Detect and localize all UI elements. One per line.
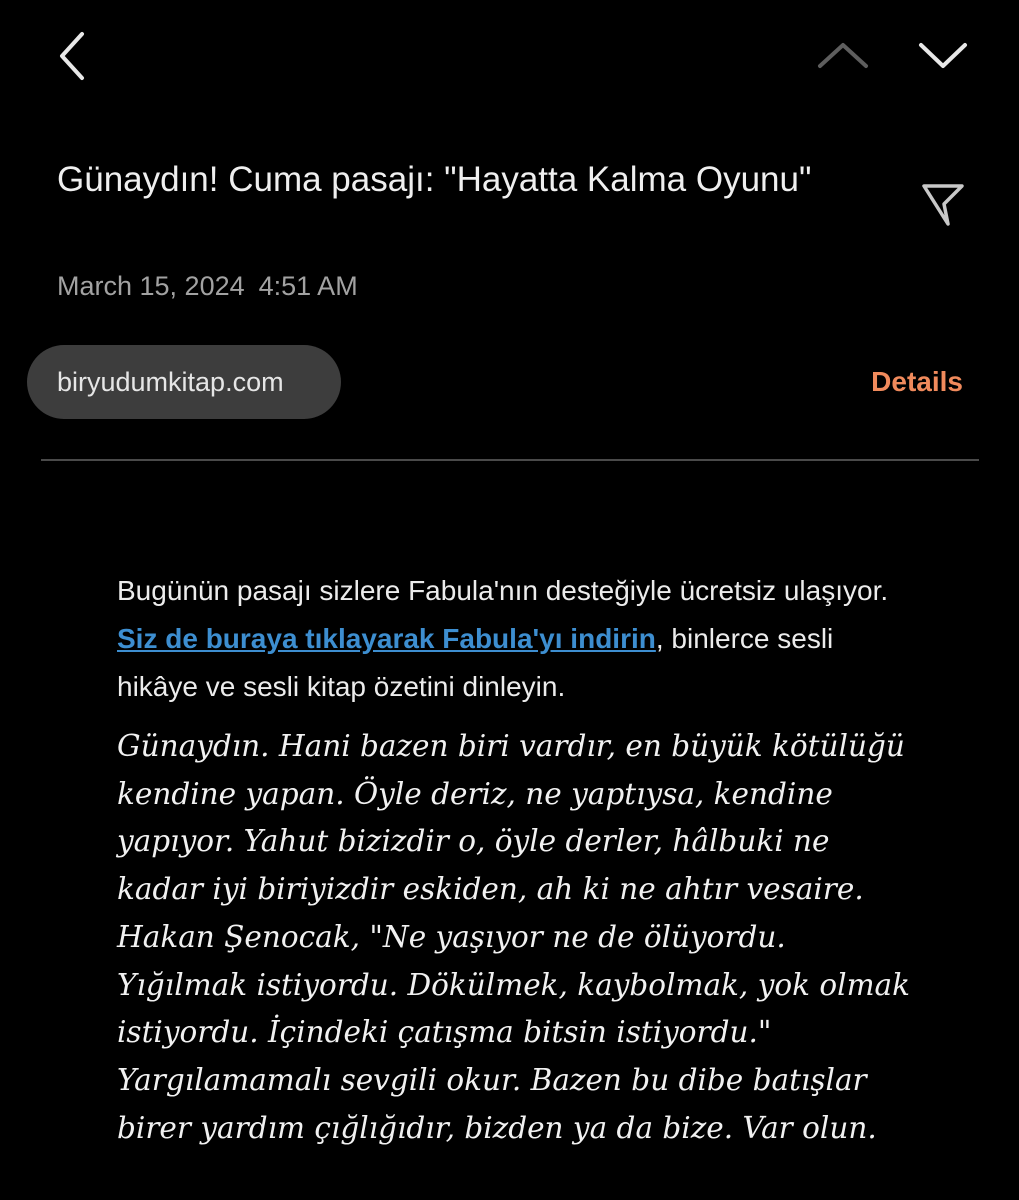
- flag-button[interactable]: [914, 176, 970, 232]
- chevron-left-icon: [60, 32, 84, 80]
- sender-chip[interactable]: biryudumkitap.com: [27, 345, 341, 419]
- chevron-down-icon: [919, 43, 967, 68]
- passage-paragraph: Günaydın. Hani bazen biri vardır, en büy…: [117, 729, 910, 1145]
- next-email-button[interactable]: [912, 36, 974, 76]
- email-body: Bugünün pasajı sizlere Fabula'nın desteğ…: [117, 567, 917, 1152]
- email-subject: Günaydın! Cuma pasajı: "Hayatta Kalma Oy…: [57, 160, 812, 199]
- details-button[interactable]: Details: [871, 364, 963, 400]
- fabula-download-link[interactable]: Siz de buraya tıklayarak Fabula'yı indir…: [117, 623, 656, 654]
- email-timestamp: March 15, 2024 4:51 AM: [57, 268, 358, 304]
- header-divider: [41, 459, 979, 461]
- email-date: March 15, 2024: [57, 271, 245, 301]
- intro-paragraph: Bugünün pasajı sizlere Fabula'nın desteğ…: [117, 567, 917, 711]
- email-time: 4:51 AM: [258, 271, 358, 301]
- previous-email-button[interactable]: [814, 36, 872, 76]
- back-button[interactable]: [52, 28, 96, 84]
- chevron-up-icon: [818, 43, 868, 68]
- intro-text: Bugünün pasajı sizlere Fabula'nın desteğ…: [117, 575, 889, 606]
- flag-icon: [922, 184, 964, 226]
